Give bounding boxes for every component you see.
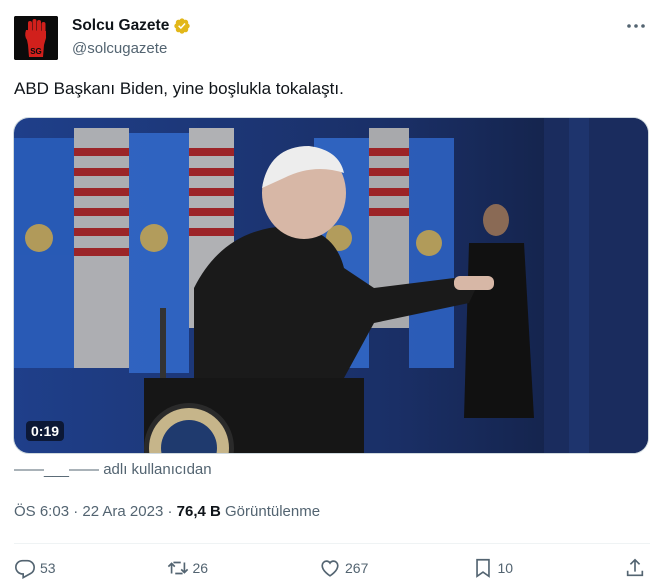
- source-attribution[interactable]: ——___—— adlı kullanıcıdan: [14, 461, 212, 478]
- author-name-row: Solcu Gazete: [72, 17, 191, 35]
- bookmark-button[interactable]: 10: [472, 557, 532, 579]
- raised-fist-icon: SG: [14, 16, 58, 60]
- heart-icon: [321, 560, 339, 577]
- bookmark-count: 10: [497, 560, 514, 576]
- video-player[interactable]: 0:19: [13, 117, 649, 454]
- share-icon: [626, 558, 644, 577]
- video-thumbnail: [14, 118, 648, 453]
- reply-button[interactable]: 53: [14, 557, 74, 579]
- more-dots-icon: [627, 24, 645, 28]
- like-count: 267: [345, 560, 369, 576]
- share-button[interactable]: [624, 557, 650, 579]
- repost-button[interactable]: 26: [167, 557, 227, 579]
- like-button[interactable]: 267: [319, 557, 379, 579]
- avatar-text: SG: [30, 47, 42, 56]
- divider: [14, 543, 650, 544]
- bookmark-icon: [475, 558, 490, 578]
- reply-icon: [15, 559, 35, 579]
- author-display-name[interactable]: Solcu Gazete: [72, 17, 169, 35]
- tweet-time[interactable]: ÖS 6:03: [14, 503, 69, 520]
- verified-badge-icon[interactable]: [173, 17, 191, 35]
- tweet-meta: ÖS 6:03 · 22 Ara 2023 · 76,4 B Görüntüle…: [14, 503, 320, 520]
- more-options-button[interactable]: [624, 14, 648, 38]
- action-bar: 53 26 267 10: [14, 555, 650, 581]
- video-duration: 0:19: [26, 421, 65, 441]
- tweet-date[interactable]: 22 Ara 2023: [82, 503, 163, 520]
- meta-separator: ·: [73, 503, 79, 520]
- views-count: 76,4 B: [176, 503, 221, 520]
- repost-icon: [167, 561, 188, 575]
- views-label: Görüntülenme: [225, 503, 321, 520]
- reply-count: 53: [40, 560, 56, 576]
- meta-separator-2: ·: [167, 503, 173, 520]
- author-handle[interactable]: @solcugazete: [72, 40, 167, 57]
- tweet-text: ABD Başkanı Biden, yine boşlukla tokalaş…: [14, 79, 344, 98]
- repost-count: 26: [192, 560, 209, 576]
- avatar[interactable]: SG: [14, 16, 58, 60]
